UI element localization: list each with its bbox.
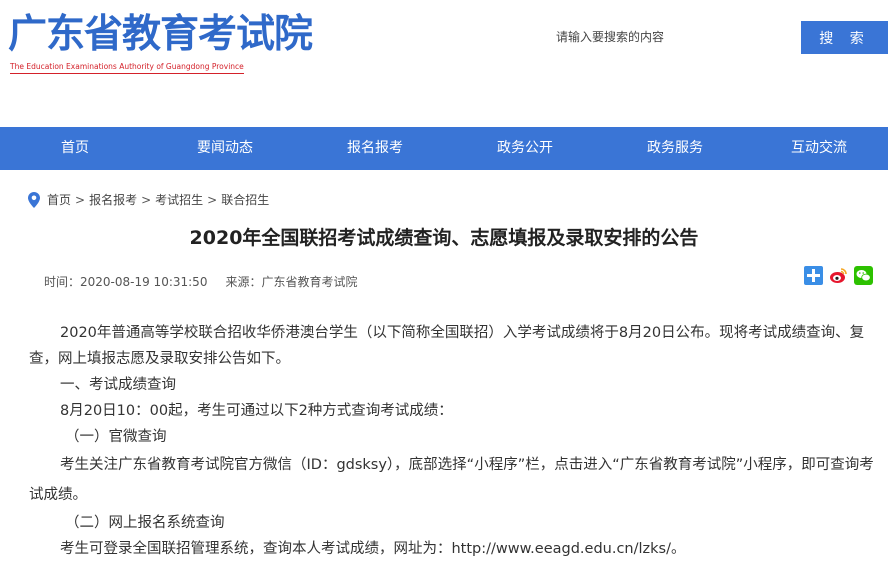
article-meta: 时间：2020-08-19 10:31:50 来源：广东省教育考试院 (44, 274, 357, 290)
subsection-heading: （二）网上报名系统查询 (65, 515, 225, 531)
nav-item-interaction[interactable]: 互动交流 (750, 127, 888, 170)
section-heading: 一、考试成绩查询 (60, 377, 176, 393)
breadcrumb-item-exams[interactable]: 考试招生 (155, 192, 203, 208)
breadcrumb-separator: > (75, 193, 86, 207)
nav-item-news[interactable]: 要闻动态 (150, 127, 300, 170)
article-paragraph: 8月20日10：00起，考生可通过以下2种方式查询考试成绩： (60, 403, 453, 419)
share-bar (804, 266, 873, 285)
nav-item-government-affairs[interactable]: 政务公开 (450, 127, 600, 170)
site-logo-title[interactable]: 广东省教育考试院 (8, 12, 313, 58)
location-pin-icon (28, 192, 40, 208)
site-logo-subtitle: The Education Examinations Authority of … (10, 62, 244, 74)
nav-item-registration[interactable]: 报名报考 (300, 127, 450, 170)
article-time: 时间：2020-08-19 10:31:50 (44, 275, 208, 289)
breadcrumb-item-registration[interactable]: 报名报考 (89, 192, 137, 208)
weibo-icon[interactable] (829, 266, 848, 285)
search-button[interactable]: 搜 索 (801, 21, 888, 54)
subsection-heading: （一）官微查询 (65, 429, 167, 445)
breadcrumb-separator: > (207, 193, 218, 207)
site-header: 广东省教育考试院 The Education Examinations Auth… (0, 0, 888, 127)
article-body: 2020年普通高等学校联合招收华侨港澳台学生（以下简称全国联招）入学考试成绩将于… (29, 320, 885, 562)
breadcrumb-separator: > (141, 193, 152, 207)
nav-item-home[interactable]: 首页 (0, 127, 150, 170)
nav-item-government-services[interactable]: 政务服务 (600, 127, 750, 170)
breadcrumb-item-joint-enrollment[interactable]: 联合招生 (221, 192, 269, 208)
article-paragraph: 考生可登录全国联招管理系统，查询本人考试成绩，网址为：http://www.ee… (60, 541, 686, 557)
article-paragraph: 考生关注广东省教育考试院官方微信（ID：gdsksy），底部选择“小程序”栏，点… (29, 457, 874, 503)
article-source: 来源：广东省教育考试院 (225, 275, 358, 289)
main-nav: 首页 要闻动态 报名报考 政务公开 政务服务 互动交流 (0, 127, 888, 170)
search-input[interactable] (548, 22, 804, 52)
breadcrumb: 首页 > 报名报考 > 考试招生 > 联合招生 (28, 192, 269, 208)
breadcrumb-item-home[interactable]: 首页 (47, 192, 71, 208)
article-paragraph: 2020年普通高等学校联合招收华侨港澳台学生（以下简称全国联招）入学考试成绩将于… (29, 325, 865, 367)
share-plus-icon[interactable] (804, 266, 823, 285)
wechat-icon[interactable] (854, 266, 873, 285)
article-title: 2020年全国联招考试成绩查询、志愿填报及录取安排的公告 (189, 227, 699, 249)
